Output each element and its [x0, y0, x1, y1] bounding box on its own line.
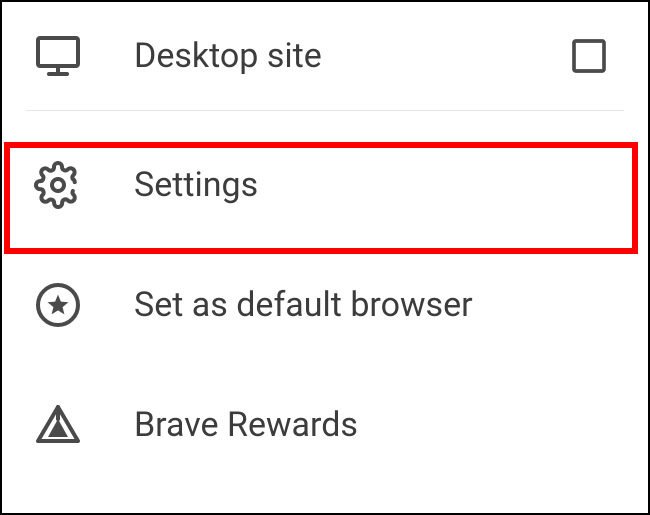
menu-item-settings[interactable]: Settings [2, 125, 648, 245]
menu-item-label: Brave Rewards [134, 405, 616, 445]
menu-item-default-browser[interactable]: Set as default browser [2, 245, 648, 365]
monitor-icon [34, 32, 82, 80]
menu-item-desktop-site[interactable]: Desktop site [2, 2, 648, 110]
menu-item-label: Set as default browser [134, 285, 616, 325]
menu-item-label: Settings [134, 165, 616, 205]
menu-item-brave-rewards[interactable]: Brave Rewards [2, 365, 648, 485]
brave-rewards-icon [34, 401, 82, 449]
desktop-site-checkbox[interactable] [568, 35, 610, 77]
gear-icon [34, 161, 82, 209]
menu-item-label: Desktop site [134, 36, 568, 76]
star-circle-icon [34, 281, 82, 329]
menu-divider [26, 110, 624, 111]
overflow-menu: Desktop site Settings Set as default bro… [2, 2, 648, 485]
